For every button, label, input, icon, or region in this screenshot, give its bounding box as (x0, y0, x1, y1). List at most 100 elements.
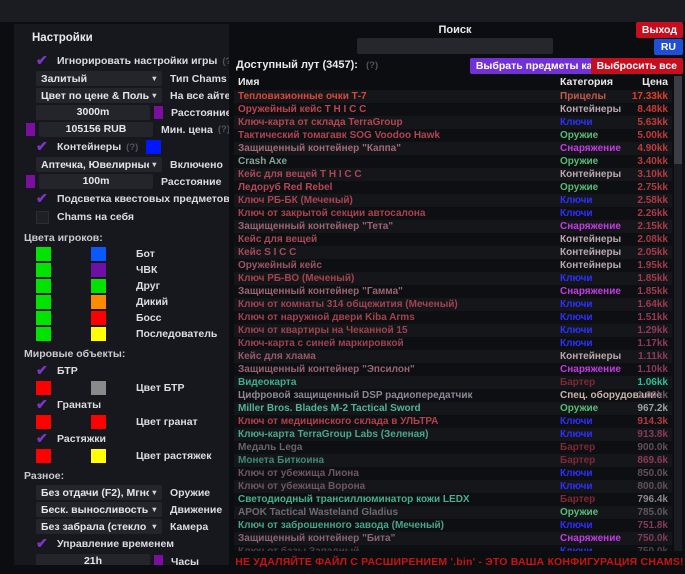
loot-table-row[interactable]: Ключ от медицинского склада в УЛЬТРАКлюч… (234, 415, 672, 428)
quest-items-highlight-checkbox[interactable] (36, 193, 49, 206)
btr-color-swatch-2[interactable] (91, 381, 106, 395)
tripwires-checkbox[interactable] (36, 433, 49, 446)
loot-table-row[interactable]: Кейс для вещейКонтейнеры2.08kk (234, 233, 672, 246)
loot-table-row[interactable]: Защищенный контейнер "Гамма"Снаряжение1.… (234, 285, 672, 298)
color-friend-swatch-2[interactable] (91, 279, 106, 293)
color-pmc-swatch-2[interactable] (91, 263, 106, 277)
loot-table-row[interactable]: Ключ от заброшенного завода (Меченый)Клю… (234, 519, 672, 532)
containers-distance-input[interactable]: 100m (39, 174, 153, 189)
language-button[interactable]: RU (654, 39, 683, 55)
ignore-game-settings-checkbox[interactable] (36, 55, 49, 68)
containers-color-swatch[interactable] (146, 140, 161, 154)
loot-table-row[interactable]: Ключ от убежища ЛионаКлючи850.0k (234, 467, 672, 480)
loot-table-row[interactable]: Кейс для вещей T H I C CКонтейнеры3.10kk (234, 168, 672, 181)
color-friend-swatch-1[interactable] (36, 279, 51, 293)
setting-row-color-scav: Дикий (24, 294, 225, 310)
color-scav-swatch-2[interactable] (91, 295, 106, 309)
loot-table-row[interactable]: Ключ РБ-БК (Меченый)Ключи2.58kk (234, 194, 672, 207)
min-price-input[interactable]: 105156 RUB (39, 122, 153, 137)
setting-row-grenades: Гранаты (24, 396, 225, 414)
loot-table-row[interactable]: Защищенный контейнер "Бита"Снаряжение750… (234, 532, 672, 545)
loot-table-row[interactable]: Светодиодный трансиллюминатор кожи LEDXБ… (234, 493, 672, 506)
min-price-color-swatch[interactable] (26, 123, 35, 136)
loot-item-price: 1.17kk (637, 337, 668, 350)
items-distance-color-swatch[interactable] (154, 106, 163, 119)
drop-all-button[interactable]: Выбросить все (591, 58, 683, 74)
color-scav-swatch-1[interactable] (36, 295, 51, 309)
loot-table-row[interactable]: Защищенный контейнер "Эпсилон"Снаряжение… (234, 363, 672, 376)
loot-table-row[interactable]: Ключ от комнаты 314 общежития (Меченый)К… (234, 298, 672, 311)
loot-table-row[interactable]: Кейс S I C CКонтейнеры2.05kk (234, 246, 672, 259)
loot-table-row[interactable]: Защищенный контейнер "Тета"Снаряжение2.1… (234, 220, 672, 233)
time-control-checkbox[interactable] (36, 538, 49, 551)
loot-table-row[interactable]: Ключ от квартиры на Чеканной 15Ключи1.29… (234, 324, 672, 337)
movement-options-dropdown[interactable]: Беск. выносливость и нет уста▼ (36, 502, 162, 517)
containers-checkbox[interactable] (36, 141, 49, 154)
grenade-color-swatch-1[interactable] (36, 415, 51, 429)
time-hours-color-swatch[interactable] (154, 555, 163, 565)
loot-table-row[interactable]: Miller Bros. Blades M-2 Tactical SwordОр… (234, 402, 672, 415)
color-boss-swatch-1[interactable] (36, 311, 51, 325)
color-follower-swatch-2[interactable] (91, 327, 106, 341)
loot-table-row[interactable]: Оружейный кейс T H I C CКонтейнеры8.48kk (234, 103, 672, 116)
loot-table-row[interactable]: Ключ РБ-ВО (Меченый)Ключи1.85kk (234, 272, 672, 285)
loot-table-row[interactable]: Ключ от базы ЗападныйКлючи750.0k (234, 545, 672, 551)
loot-item-price: 750.0k (637, 545, 668, 551)
loot-item-price: 3.40kk (637, 155, 668, 168)
loot-table-row[interactable]: APOK Tactical Wasteland GladiusОружие785… (234, 506, 672, 519)
loot-scrollbar-thumb[interactable] (674, 76, 682, 164)
color-boss-swatch-2[interactable] (91, 311, 106, 325)
weapon-options-label: Оружие (170, 487, 210, 499)
btr-checkbox[interactable] (36, 365, 49, 378)
loot-table-row[interactable]: Ключ-карта TerraGroup Labs (Зеленая)Ключ… (234, 428, 672, 441)
loot-item-name: Crash Axe (238, 155, 556, 168)
containers-distance-color-swatch[interactable] (26, 175, 35, 188)
tripwire-color-swatch-1[interactable] (36, 449, 51, 463)
all-items-color-mode-dropdown[interactable]: Цвет по цене & Пользователь▼ (36, 88, 162, 103)
loot-item-price: 914.3k (637, 415, 668, 428)
btr-color-swatch-1[interactable] (36, 381, 51, 395)
loot-table-row[interactable]: Тактический томагавк SOG Voodoo HawkОруж… (234, 129, 672, 142)
weapon-options-dropdown[interactable]: Без отдачи (F2), Мгновенное п▼ (36, 485, 162, 500)
chevron-down-icon: ▼ (151, 505, 158, 514)
loot-table-row[interactable]: Ледоруб Red RebelОружие2.75kk (234, 181, 672, 194)
enabled-categories-label: Включено (170, 159, 223, 171)
loot-table-row[interactable]: Ключ-карта с синей маркировкойКлючи1.17k… (234, 337, 672, 350)
loot-scrollbar[interactable] (674, 76, 682, 551)
tripwire-color-swatch-2[interactable] (91, 449, 106, 463)
loot-table-row[interactable]: Ключ от наружной двери Kiba ArmsКлючи1.5… (234, 311, 672, 324)
loot-table-row[interactable]: Кейс для хламаКонтейнеры1.11kk (234, 350, 672, 363)
loot-table-row[interactable]: ВидеокартаБартер1.06kk (234, 376, 672, 389)
loot-table-row[interactable]: Тепловизионные очки Т-7Прицелы17.33kk (234, 90, 672, 103)
chams-self-checkbox[interactable] (36, 211, 49, 224)
setting-row-color-bot: Бот (24, 246, 225, 262)
loot-table-row[interactable]: Crash AxeОружие3.40kk (234, 155, 672, 168)
chams-type-dropdown[interactable]: Залитый▼ (36, 71, 162, 86)
time-control-label: Управление временем (57, 538, 174, 550)
exit-button[interactable]: Выход (636, 22, 683, 38)
camera-options-dropdown[interactable]: Без забрала (стекло шлема)▼ (36, 519, 162, 534)
color-pmc-swatch-1[interactable] (36, 263, 51, 277)
time-hours-input[interactable]: 21h (36, 554, 150, 565)
chevron-down-icon: ▼ (151, 160, 158, 169)
grenades-checkbox[interactable] (36, 399, 49, 412)
btr-color-label: Цвет БТР (136, 382, 184, 394)
column-header-name: Имя (238, 76, 259, 88)
loot-table-row[interactable]: Монета БиткоинаБартер869.6k (234, 454, 672, 467)
enabled-categories-value: Аптечка, Ювелирные и... (41, 159, 149, 171)
grenade-color-swatch-2[interactable] (91, 415, 106, 429)
enabled-categories-dropdown[interactable]: Аптечка, Ювелирные и...▼ (36, 157, 162, 172)
loot-table-row[interactable]: Защищенный контейнер "Каппа"Снаряжение4.… (234, 142, 672, 155)
loot-table-row[interactable]: Цифровой защищенный DSP радиопередатчикС… (234, 389, 672, 402)
loot-table-row[interactable]: Оружейный кейсКонтейнеры1.95kk (234, 259, 672, 272)
color-bot-swatch-2[interactable] (91, 247, 106, 261)
loot-table-row[interactable]: Медаль LegaБартер900.0k (234, 441, 672, 454)
items-distance-input[interactable]: 3000m (36, 105, 150, 120)
color-follower-swatch-1[interactable] (36, 327, 51, 341)
color-bot-swatch-1[interactable] (36, 247, 51, 261)
loot-table-row[interactable]: Ключ-карта от склада TerraGroupКлючи5.63… (234, 116, 672, 129)
loot-table-row[interactable]: Ключ от закрытой секции автосалонаКлючи2… (234, 207, 672, 220)
loot-table-row[interactable]: Ключ от убежища ВоронаКлючи800.0k (234, 480, 672, 493)
setting-row-min-price: 105156 RUBМин. цена(?) (24, 121, 225, 138)
search-input[interactable] (357, 38, 553, 54)
